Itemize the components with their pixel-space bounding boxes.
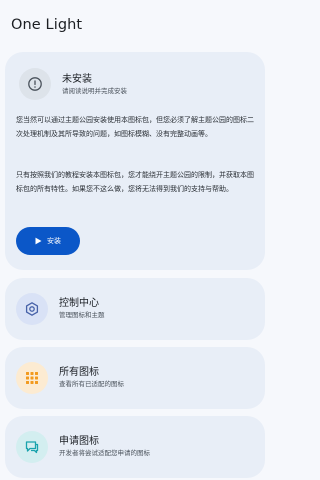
grid-icon bbox=[16, 362, 48, 394]
install-button-label: 安装 bbox=[47, 237, 61, 245]
menu-item-title: 控制中心 bbox=[59, 298, 99, 309]
install-paragraph-2: 只有按照我们的教程安装本图标包，您才能绕开主题公园的限制，并获取本图标包的所有特… bbox=[16, 171, 254, 193]
menu-item-control-center[interactable]: 控制中心 管理图标和主题 bbox=[5, 278, 265, 340]
menu-item-title: 所有图标 bbox=[59, 367, 99, 378]
install-subtitle: 请阅读说明并完成安装 bbox=[62, 87, 127, 95]
menu-item-subtitle: 管理图标和主题 bbox=[59, 311, 105, 319]
gear-icon bbox=[16, 293, 48, 325]
warning-info-icon bbox=[19, 68, 51, 100]
menu-item-all-icons[interactable]: 所有图标 查看所有已适配的图标 bbox=[5, 347, 265, 409]
app-title: One Light bbox=[11, 17, 83, 33]
install-button[interactable]: 安装 bbox=[16, 227, 80, 255]
menu-item-request-icons[interactable]: 申请图标 开发者将尝试适配您申请的图标 bbox=[5, 416, 265, 478]
install-paragraph-1: 您当然可以通过主题公园安装使用本图标包，但您必须了解主题公园的图标二次处理机制及… bbox=[16, 116, 254, 138]
menu-item-subtitle: 开发者将尝试适配您申请的图标 bbox=[59, 449, 150, 457]
menu-item-title: 申请图标 bbox=[59, 436, 99, 447]
chat-bubble-icon bbox=[16, 431, 48, 463]
install-header: 未安装 请阅读说明并完成安装 bbox=[62, 73, 127, 97]
install-title: 未安装 bbox=[62, 74, 92, 85]
install-card: 未安装 请阅读说明并完成安装 您当然可以通过主题公园安装使用本图标包，但您必须了… bbox=[5, 52, 265, 270]
menu-item-subtitle: 查看所有已适配的图标 bbox=[59, 380, 124, 388]
play-icon bbox=[35, 237, 42, 245]
